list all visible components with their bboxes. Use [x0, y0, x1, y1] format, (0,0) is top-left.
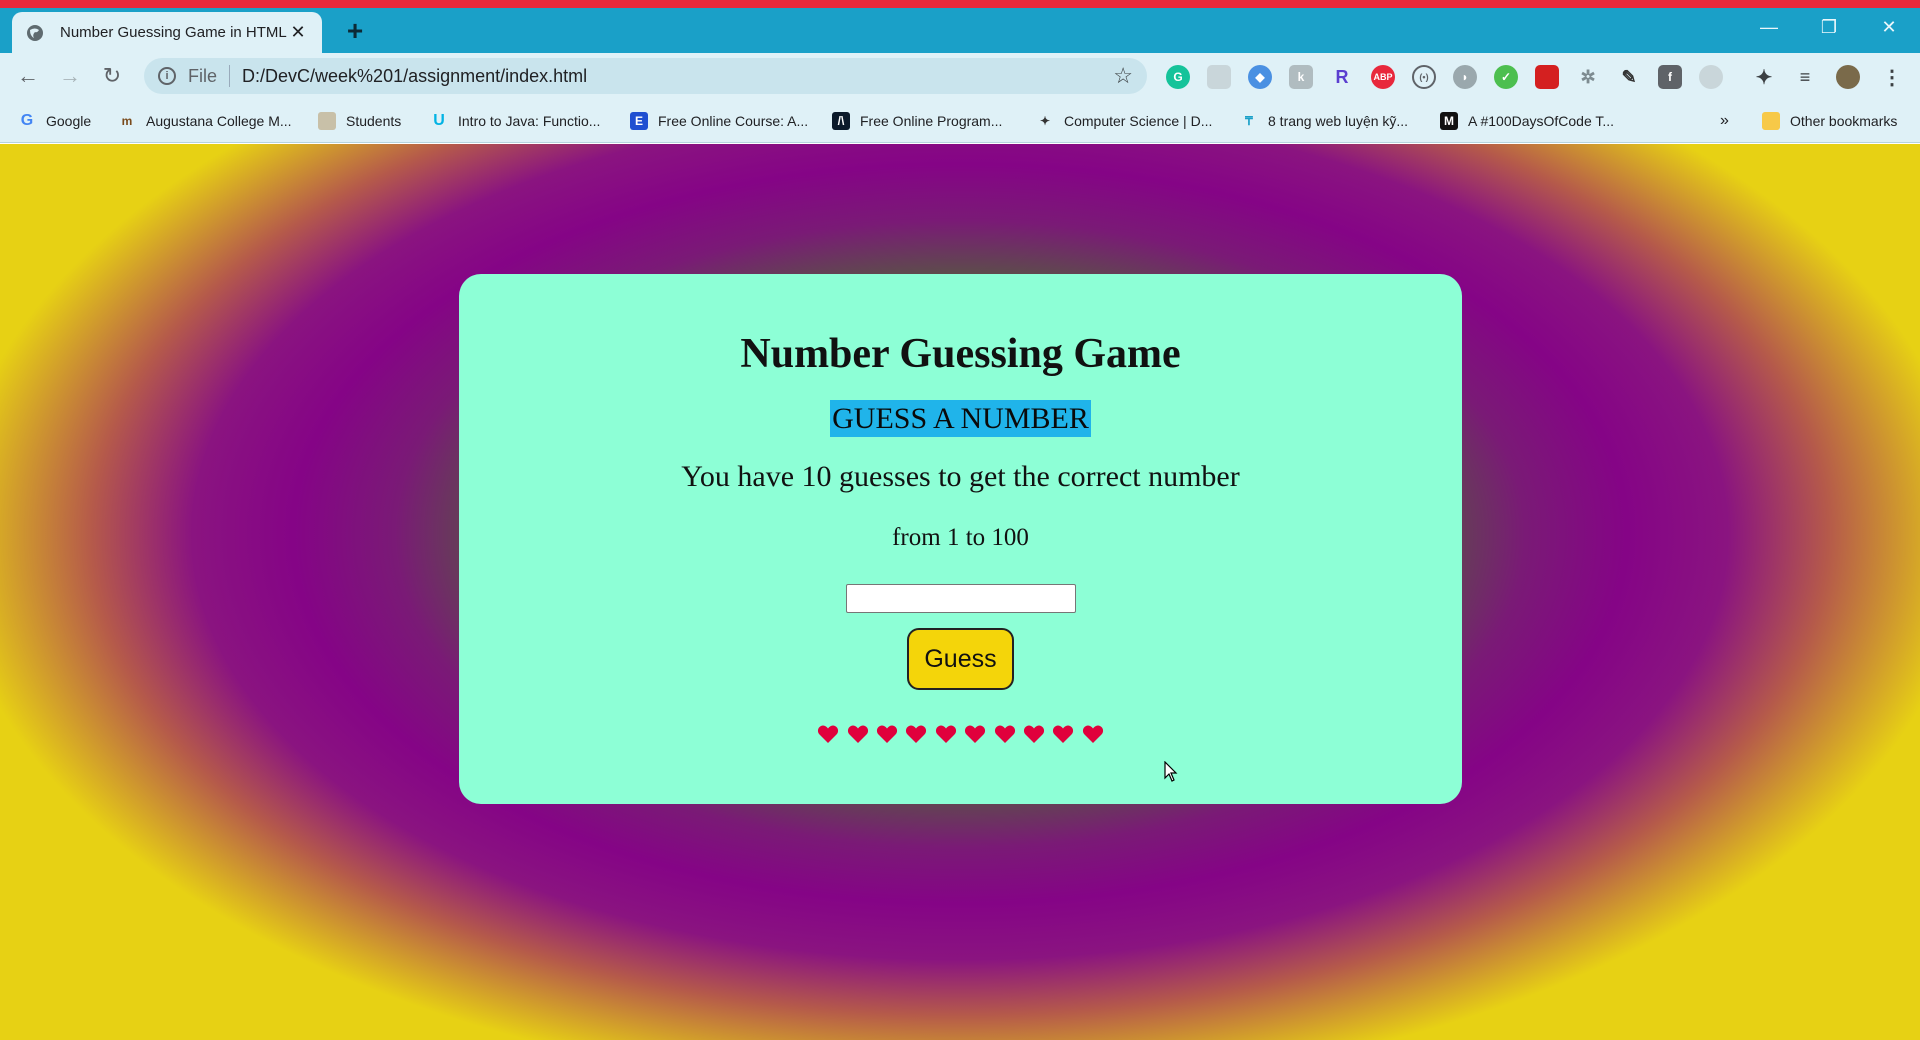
tab-active[interactable]: Number Guessing Game in HTML ✕ [12, 12, 322, 53]
bookmarks-bar: G Google m Augustana College M... Studen… [0, 99, 1920, 143]
color-picker-icon[interactable]: ✎ [1617, 65, 1641, 89]
site-info-icon[interactable]: i [158, 67, 176, 85]
bookmarks-overflow-button[interactable]: » [1720, 109, 1729, 133]
bookmark-label: 8 trang web luyện kỹ... [1268, 113, 1409, 129]
bookmark-item[interactable]: U Intro to Java: Functio... [430, 109, 600, 133]
extension-icon[interactable] [1535, 65, 1559, 89]
heart-icon [931, 724, 960, 746]
menu-icon[interactable]: ⋮ [1880, 65, 1904, 89]
address-bar[interactable]: i File D:/DevC/week%201/assignment/index… [144, 58, 1147, 94]
extension-icon[interactable]: k [1289, 65, 1313, 89]
range-text: from 1 to 100 [892, 524, 1029, 551]
mouse-cursor-icon [1164, 761, 1178, 782]
page-background: Number Guessing Game GUESS A NUMBER You … [0, 144, 1920, 1040]
close-window-icon[interactable]: ✕ [1866, 12, 1912, 42]
bookmark-label: Google [46, 113, 92, 129]
reload-icon[interactable]: ↻ [93, 57, 131, 95]
game-subtitle: GUESS A NUMBER [830, 400, 1091, 437]
instructions-text: You have 10 guesses to get the correct n… [681, 460, 1240, 493]
extension-icon[interactable]: R [1330, 65, 1354, 89]
heart-icon [843, 724, 872, 746]
bookmark-item[interactable]: G Google [18, 109, 91, 133]
media-queue-icon[interactable]: ≡ [1793, 65, 1817, 89]
tab-close-icon[interactable]: ✕ [288, 22, 308, 43]
minimize-icon[interactable]: — [1746, 12, 1792, 42]
extension-icon[interactable]: (•) [1412, 65, 1436, 89]
subtitle-wrapper: GUESS A NUMBER [459, 400, 1462, 437]
bookmark-item[interactable]: M A #100DaysOfCode T... [1440, 109, 1614, 133]
bookmark-label: Computer Science | D... [1064, 113, 1213, 129]
bookmark-label: Other bookmarks [1790, 113, 1898, 129]
heart-icon [961, 724, 990, 746]
avatar[interactable] [1836, 65, 1860, 89]
medium-icon: M [1440, 112, 1458, 130]
extension-icon[interactable] [1699, 65, 1723, 89]
udacity-icon: U [433, 112, 445, 129]
bookmark-item[interactable]: Students [318, 109, 401, 133]
guess-input[interactable] [846, 584, 1076, 613]
checkmark-icon[interactable]: ✓ [1494, 65, 1518, 89]
college-icon: m [121, 114, 133, 128]
browser-titlebar: Number Guessing Game in HTML ✕ + — ❐ ✕ [0, 0, 1920, 53]
puzzle-icon[interactable]: ✦ [1752, 65, 1776, 89]
lives-hearts [459, 724, 1462, 746]
bookmark-item[interactable]: m Augustana College M... [118, 109, 292, 133]
bookmark-label: Students [346, 113, 402, 129]
google-icon: G [20, 112, 34, 129]
globe-icon [26, 24, 44, 42]
other-bookmarks-folder[interactable]: Other bookmarks [1762, 109, 1897, 133]
grammarly-icon[interactable]: G [1166, 65, 1190, 89]
course-icon: E [630, 112, 648, 130]
guess-button[interactable]: Guess [907, 628, 1014, 690]
program-icon: /\ [832, 112, 850, 130]
new-tab-button[interactable]: + [340, 15, 370, 46]
browser-toolbar: ← → ↻ i File D:/DevC/week%201/assignment… [0, 53, 1920, 99]
students-icon [318, 112, 336, 130]
extension-icon[interactable] [1207, 65, 1231, 89]
bookmark-star-icon[interactable]: ☆ [1113, 63, 1133, 89]
bookmark-item[interactable]: ✦ Computer Science | D... [1036, 109, 1212, 133]
bookmark-label: A #100DaysOfCode T... [1468, 113, 1615, 129]
omnibox-divider [229, 65, 231, 87]
extension-icon[interactable]: ◗ [1453, 65, 1477, 89]
bookmark-label: Augustana College M... [146, 113, 292, 129]
restore-icon[interactable]: ❐ [1806, 12, 1852, 42]
bookmark-item[interactable]: /\ Free Online Program... [832, 109, 1002, 133]
facebook-icon[interactable]: f [1658, 65, 1682, 89]
url-scheme: File [188, 65, 218, 86]
heart-icon [1078, 724, 1107, 746]
url-text[interactable]: D:/DevC/week%201/assignment/index.html [242, 66, 1113, 87]
extension-icon[interactable]: ◆ [1248, 65, 1272, 89]
forward-icon[interactable]: → [51, 57, 89, 95]
tab-title: Number Guessing Game in HTML [60, 24, 287, 41]
bookmark-item[interactable]: ₸ 8 trang web luyện kỹ... [1240, 109, 1408, 133]
game-card: Number Guessing Game GUESS A NUMBER You … [459, 274, 1462, 804]
heart-icon [1049, 724, 1078, 746]
back-icon[interactable]: ← [9, 57, 47, 95]
heart-icon [1019, 724, 1048, 746]
bookmark-item[interactable]: E Free Online Course: A... [630, 109, 808, 133]
heart-icon [902, 724, 931, 746]
bookmark-label: Free Online Course: A... [658, 113, 809, 129]
folder-icon [1762, 112, 1780, 130]
heart-icon [990, 724, 1019, 746]
bookmark-label: Free Online Program... [860, 113, 1003, 129]
adblock-icon[interactable]: ABP [1371, 65, 1395, 89]
extension-icon[interactable]: ✲ [1576, 65, 1600, 89]
web-icon: ₸ [1245, 114, 1253, 128]
cs-icon: ✦ [1039, 114, 1051, 128]
game-title: Number Guessing Game [740, 331, 1181, 377]
heart-icon [814, 724, 843, 746]
bookmark-label: Intro to Java: Functio... [458, 113, 601, 129]
heart-icon [872, 724, 901, 746]
